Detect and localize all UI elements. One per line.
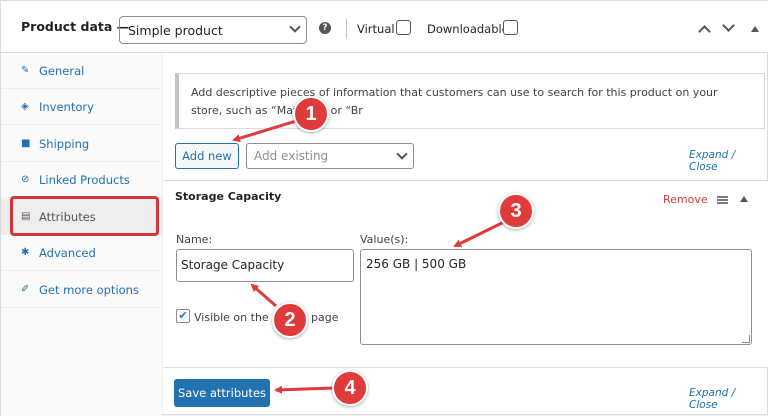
callout-arrow-4: [274, 385, 335, 394]
callout-badge-3: 3: [498, 193, 534, 229]
callout-badge-4: 4: [332, 370, 368, 406]
callout-arrow-1: [232, 119, 297, 143]
callout-badge-1: 1: [293, 96, 329, 132]
callout-arrow-2: [250, 283, 277, 308]
annotation-arrows: [232, 119, 505, 394]
callout-badge-2: 2: [272, 302, 308, 338]
callout-arrow-3: [453, 220, 505, 248]
